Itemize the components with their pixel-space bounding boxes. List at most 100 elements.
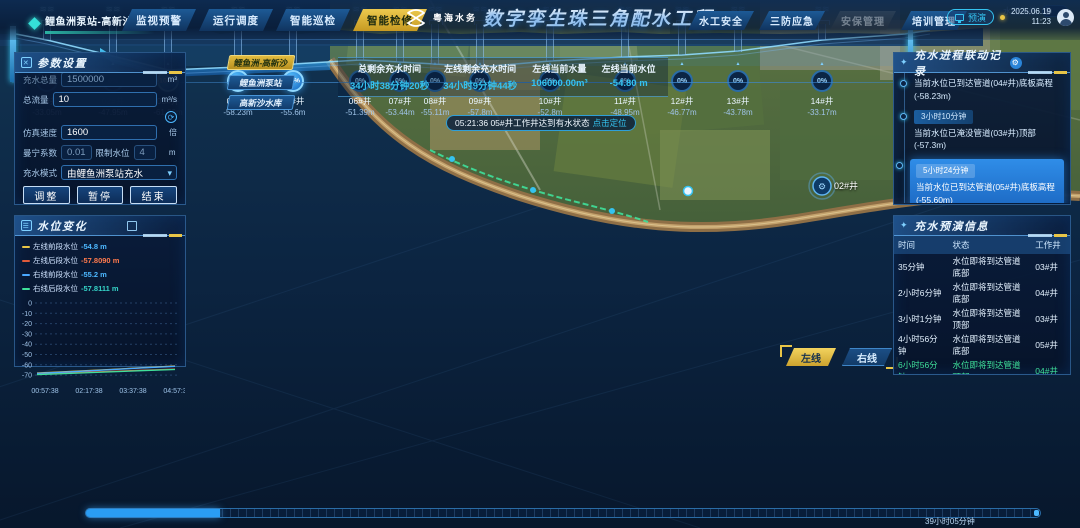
- notification-text: 05:21:36 05#井工作井达到有水状态: [455, 117, 590, 129]
- diamond-icon: [28, 17, 41, 30]
- manning-input[interactable]: 0.01: [61, 145, 92, 160]
- well-name: 14#井: [792, 95, 852, 107]
- record-timeline[interactable]: 当前水位已到达管道(04#井)底板高程(-58.23m) 3小时10分钟 当前水…: [894, 73, 1070, 203]
- col-status: 状态: [949, 236, 1032, 254]
- table-row[interactable]: 2小时6分钟 水位即将到达管道底部 04#井: [894, 280, 1070, 306]
- header-right: 预演 2025.06.19 11:23: [947, 7, 1074, 27]
- table-row[interactable]: 6小时56分钟 水位即将到达管道顶部 04#井: [894, 358, 1070, 375]
- fill-percent-badge[interactable]: 0%: [727, 70, 749, 92]
- volume-input[interactable]: 1500000: [61, 73, 157, 87]
- yuehai-logo-icon: [405, 7, 427, 29]
- svg-text:⚙: ⚙: [818, 182, 826, 192]
- sync-row: ⟳: [23, 111, 177, 123]
- user-avatar[interactable]: [1057, 9, 1074, 26]
- field-manning-limit: 曼宁系数 0.01 限制水位 4 m: [23, 145, 177, 160]
- locate-link[interactable]: 点击定位: [593, 117, 627, 129]
- brand-name: 粤海水务: [433, 11, 477, 24]
- well-depth: -46.77m: [652, 108, 712, 117]
- well-02-marker-label[interactable]: 02#井: [834, 179, 858, 192]
- app-root: ⚙ 鲤鱼洲泵站-高新沙水库 监视预警运行调度智能巡检智能检修 粤海水务 数字孪生…: [0, 0, 1080, 528]
- stat-value: -54.80 m: [602, 78, 656, 89]
- record-time: 3小时10分钟: [914, 110, 973, 124]
- svg-text:03:37:38: 03:37:38: [119, 388, 146, 395]
- limit-input[interactable]: 4: [134, 145, 156, 160]
- svg-text:0: 0: [28, 301, 32, 308]
- nav-tab[interactable]: 安保管理: [830, 11, 896, 30]
- param-panel: ✕ 参数设置 充水总量 1500000 m³ 总流量 10 m³/s ⟳ 仿真速…: [14, 52, 186, 205]
- stat-value: 106000.00m³: [531, 78, 588, 89]
- record-text: 当前水位已到达管道(05#井)底板高程(-55.60m): [916, 181, 1058, 203]
- well-depth: -33.17m: [792, 108, 852, 117]
- svg-text:-30: -30: [22, 331, 32, 338]
- timeline-end-cap: [1034, 510, 1039, 516]
- legend-item: 右线后段水位 -57.8111 m: [22, 283, 123, 294]
- svg-text:04:57:38: 04:57:38: [163, 388, 185, 395]
- volume-label: 充水总量: [23, 74, 57, 86]
- param-button[interactable]: 调整: [23, 186, 70, 204]
- mode-badge[interactable]: 预演: [947, 9, 994, 25]
- gear-icon[interactable]: ⚙: [1010, 57, 1022, 69]
- nav-tab[interactable]: 水工安全: [688, 11, 754, 30]
- nav-tab[interactable]: 监视预警: [122, 9, 196, 31]
- sync-icon[interactable]: ⟳: [165, 111, 177, 123]
- stat-label: 左线当前水位: [602, 62, 656, 75]
- nav-tab[interactable]: 运行调度: [199, 9, 273, 31]
- stat-value: 34小时38分钟20秒: [350, 78, 429, 92]
- flow-label: 总流量: [23, 94, 49, 106]
- timeline-dot-icon: [900, 80, 907, 87]
- map-layer-tab[interactable]: 高新沙水库: [227, 95, 296, 110]
- timeline-progress[interactable]: [86, 509, 220, 517]
- timeline-total-label: 39小时05分钟: [925, 516, 975, 527]
- param-panel-title: 参数设置: [37, 55, 87, 71]
- fill-percent-badge[interactable]: 0%: [811, 70, 833, 92]
- table-row[interactable]: 3小时1分钟 水位即将到达管道顶部 03#井: [894, 306, 1070, 332]
- map-layer-tab[interactable]: 鲤鱼洲泵站: [227, 75, 296, 90]
- svg-text:-70: -70: [22, 373, 32, 380]
- flow-input[interactable]: 10: [53, 92, 157, 107]
- svg-text:-20: -20: [22, 321, 32, 328]
- legend-label: 右线后段水位: [33, 283, 78, 294]
- marker-arrow-icon: ▲: [792, 61, 852, 67]
- marker-arrow-icon: ▲: [708, 61, 768, 67]
- map-notification[interactable]: 05:21:36 05#井工作井达到有水状态 点击定位: [446, 115, 636, 131]
- mode-badge-label: 预演: [968, 11, 986, 24]
- param-button[interactable]: 暂停: [77, 186, 124, 204]
- line-toggle-button[interactable]: 右线: [842, 348, 892, 366]
- level-panel-title: 水位变化: [37, 218, 87, 234]
- nav-tabs-right: 水工安全三防应急安保管理培训管理: [688, 11, 967, 30]
- expand-icon[interactable]: [127, 221, 137, 231]
- map-layer-tabs: 鲤鱼洲-高新沙鲤鱼洲泵站高新沙水库: [228, 55, 294, 110]
- mode-select[interactable]: 由鲤鱼洲泵站充水: [61, 165, 177, 180]
- stat-item: 总剩余充水时间 34小时38分钟20秒: [350, 62, 429, 92]
- table-row[interactable]: 35分钟 水位即将到达管道底部 03#井: [894, 254, 1070, 280]
- record-time: 5小时24分钟: [916, 164, 975, 178]
- line-toggle-button[interactable]: 左线: [786, 348, 836, 366]
- date-label: 2025.06.19: [1011, 7, 1051, 17]
- legend-swatch: [22, 274, 30, 276]
- fill-percent-badge[interactable]: 0%: [671, 70, 693, 92]
- manning-label: 曼宁系数: [23, 147, 57, 159]
- legend-item: 右线前段水位 -55.2 m: [22, 269, 111, 280]
- record-item[interactable]: 当前水位已到达管道(04#井)底板高程(-58.23m): [914, 77, 1064, 103]
- svg-text:02:17:38: 02:17:38: [75, 388, 102, 395]
- legend-label: 右线前段水位: [33, 269, 78, 280]
- speed-unit: 倍: [161, 127, 177, 138]
- svg-text:-60: -60: [22, 362, 32, 369]
- volume-unit: m³: [161, 75, 177, 84]
- nav-tab[interactable]: 智能巡检: [276, 9, 350, 31]
- mode-label: 充水模式: [23, 167, 57, 179]
- record-item[interactable]: 3小时10分钟 当前水位已淹没管道(03#井)顶部(-57.3m): [914, 110, 1064, 153]
- map-layer-tab[interactable]: 鲤鱼洲-高新沙: [227, 55, 296, 70]
- page-title: 数字孪生珠三角配水工程: [483, 4, 714, 31]
- record-item[interactable]: 5小时24分钟 当前水位已到达管道(05#井)底板高程(-55.60m): [910, 159, 1064, 203]
- preview-panel-header: ✦ 充水预演信息: [894, 216, 1070, 236]
- table-row[interactable]: 4小时56分钟 水位即将到达管道底部 05#井: [894, 332, 1070, 358]
- simulation-timeline-scrollbar[interactable]: [85, 508, 1041, 518]
- param-button[interactable]: 结束: [130, 186, 177, 204]
- nav-tab[interactable]: 三防应急: [759, 11, 825, 30]
- param-buttons: 调整暂停结束: [23, 186, 177, 204]
- speed-input[interactable]: 1600: [61, 125, 157, 140]
- nav-tabs-left: 监视预警运行调度智能巡检智能检修: [122, 9, 427, 31]
- close-icon[interactable]: ✕: [21, 57, 32, 68]
- param-panel-body: 充水总量 1500000 m³ 总流量 10 m³/s ⟳ 仿真速度 1600 …: [15, 73, 185, 208]
